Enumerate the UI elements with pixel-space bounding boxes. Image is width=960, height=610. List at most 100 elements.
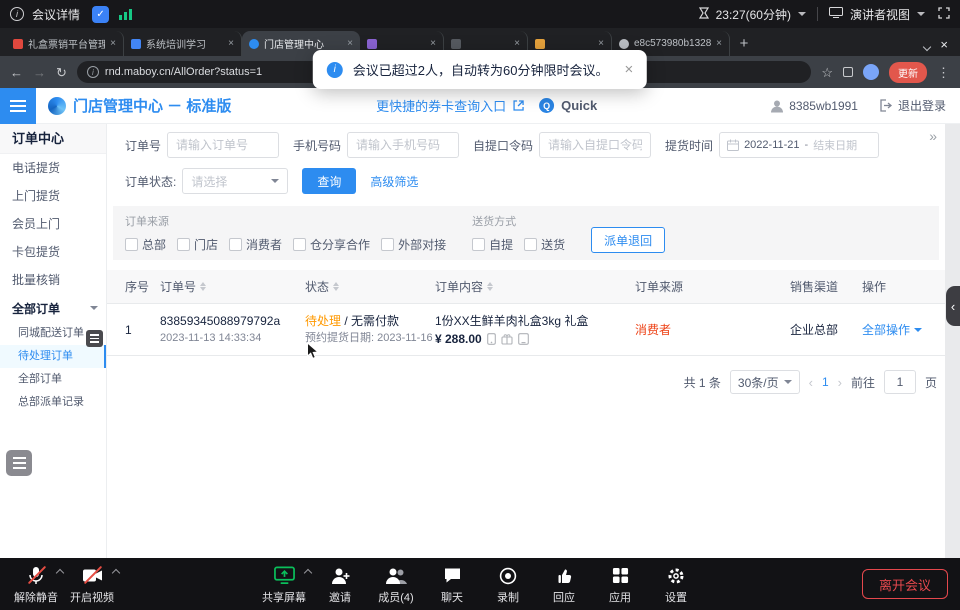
share-options-chevron-icon[interactable] (304, 569, 312, 577)
table-row[interactable]: 1 83859345088979792a 2023-11-13 14:33:34… (107, 304, 945, 356)
sidebar-sub-hq-dispatch-log[interactable]: 总部派单记录 (0, 391, 106, 414)
record-button[interactable]: 录制 (480, 562, 536, 605)
tab-close-icon[interactable]: × (110, 38, 116, 49)
side-panel-handle[interactable]: ‹ (946, 286, 960, 326)
site-info-icon[interactable]: i (87, 66, 99, 78)
invite-button[interactable]: 邀请 (312, 562, 368, 605)
hamburger-menu-icon[interactable] (0, 88, 36, 124)
phone-input[interactable] (347, 132, 459, 158)
leave-meeting-button[interactable]: 离开会议 (862, 569, 948, 599)
chat-button[interactable]: 聊天 (424, 562, 480, 605)
source-filter-panel: 订单来源 总部 门店 消费者 仓分享合作 外部对接 送货方式 自提 送货 (113, 206, 939, 260)
view-mode-label[interactable]: 演讲者视图 (850, 6, 910, 23)
mic-options-chevron-icon[interactable] (56, 569, 64, 577)
view-mode-caret-icon[interactable] (917, 12, 925, 16)
floating-list-icon[interactable] (6, 450, 32, 476)
checkbox-source-hq[interactable]: 总部 (125, 236, 166, 253)
sidebar-item-phone-pickup[interactable]: 电话提货 (0, 154, 106, 182)
apps-button[interactable]: 应用 (592, 562, 648, 605)
browser-profile-icon[interactable] (863, 64, 879, 80)
date-end-placeholder: 结束日期 (813, 137, 857, 153)
prev-page-button[interactable]: ‹ (809, 375, 813, 390)
checkbox-self-pickup[interactable]: 自提 (472, 236, 513, 253)
order-status-select[interactable]: 请选择 (182, 168, 288, 194)
logout-button[interactable]: 退出登录 (880, 97, 946, 114)
gift-mini-icon (501, 333, 513, 345)
sidebar-group-all-orders[interactable]: 全部订单 (0, 294, 106, 322)
sort-icon[interactable] (487, 282, 493, 291)
goto-page-input[interactable] (884, 370, 916, 394)
settings-button[interactable]: 设置 (648, 562, 704, 605)
dispatch-return-button[interactable]: 派单退回 (591, 227, 665, 253)
timer-caret-icon[interactable] (798, 12, 806, 16)
mouse-cursor (306, 342, 320, 360)
user-account[interactable]: 8385wb1991 (770, 99, 858, 113)
browser-tab-2[interactable]: 系统培训学习× (124, 31, 242, 56)
sidebar-item-member-visit[interactable]: 会员上门 (0, 210, 106, 238)
next-page-button[interactable]: › (838, 375, 842, 390)
browser-tab-1[interactable]: 礼盒票销平台管理中心× (6, 31, 124, 56)
tab-close-icon[interactable]: × (228, 38, 234, 49)
bookmark-star-icon[interactable]: ☆ (821, 66, 833, 79)
checkbox-source-warehouse-coop[interactable]: 仓分享合作 (293, 236, 370, 253)
quick-label[interactable]: Quick (561, 98, 597, 113)
app-title: 门店管理中心 － 标准版 (73, 95, 231, 116)
header-status[interactable]: 状态 (305, 278, 435, 295)
checkbox-delivery[interactable]: 送货 (524, 236, 565, 253)
video-button[interactable]: 开启视频 (64, 562, 120, 605)
checkbox-source-external[interactable]: 外部对接 (381, 236, 446, 253)
sidebar-item-door-pickup[interactable]: 上门提货 (0, 182, 106, 210)
extensions-icon[interactable] (843, 67, 853, 77)
meeting-bottom-bar: 解除静音 开启视频 共享屏幕 (0, 558, 960, 610)
reaction-button[interactable]: 回应 (536, 562, 592, 605)
sidebar-item-card-pickup[interactable]: 卡包提货 (0, 238, 106, 266)
advanced-filter-link[interactable]: 高级筛选 (370, 173, 418, 190)
current-page[interactable]: 1 (822, 375, 829, 389)
sidebar-pin-icon[interactable] (86, 330, 103, 347)
back-icon[interactable]: ← (10, 66, 23, 79)
tab-favicon (367, 39, 377, 49)
collapse-arrows-icon[interactable]: » (929, 128, 937, 144)
browser-menu-icon[interactable]: ⋮ (937, 66, 950, 79)
meeting-info-icon[interactable]: i (10, 7, 24, 21)
tab-close-icon[interactable]: × (514, 38, 520, 49)
cell-status: 待处理 / 无需付款 预约提货日期: 2023-11-16 (305, 314, 435, 345)
window-close-icon[interactable]: × (940, 37, 948, 52)
video-options-chevron-icon[interactable] (112, 569, 120, 577)
header-order-no[interactable]: 订单号 (160, 278, 305, 295)
checkbox-source-consumer[interactable]: 消费者 (229, 236, 282, 253)
meeting-details-label[interactable]: 会议详情 (32, 6, 80, 23)
toast-close-icon[interactable]: × (624, 61, 633, 78)
sidebar-sub-pending-orders[interactable]: 待处理订单 (0, 345, 106, 368)
meeting-toast: i 会议已超过2人，自动转为60分钟限时会议。 × (313, 50, 647, 89)
row-action-dropdown[interactable]: 全部操作 (862, 321, 940, 338)
page-size-select[interactable]: 30条/页 (730, 370, 800, 394)
pickup-date-range-picker[interactable]: 2022-11-21 - 结束日期 (719, 132, 879, 158)
order-no-input[interactable] (167, 132, 279, 158)
share-screen-button[interactable]: 共享屏幕 (256, 562, 312, 605)
security-shield-icon[interactable]: ✓ (92, 6, 109, 23)
sort-icon[interactable] (200, 282, 206, 291)
tab-close-icon[interactable]: × (598, 38, 604, 49)
browser-update-button[interactable]: 更新 (889, 62, 927, 83)
new-tab-button[interactable]: + (732, 31, 756, 55)
fullscreen-icon[interactable] (938, 7, 950, 22)
checkbox-source-store[interactable]: 门店 (177, 236, 218, 253)
quick-q-badge[interactable]: Q (539, 98, 554, 113)
sidebar-sub-all-orders[interactable]: 全部订单 (0, 368, 106, 391)
quick-entry-link[interactable]: 更快捷的券卡查询入口 (376, 96, 506, 115)
sort-icon[interactable] (333, 282, 339, 291)
tab-close-icon[interactable]: × (430, 38, 436, 49)
search-button[interactable]: 查询 (302, 168, 356, 194)
mute-button[interactable]: 解除静音 (8, 562, 64, 605)
sidebar-item-batch-verify[interactable]: 批量核销 (0, 266, 106, 294)
pickup-code-input[interactable] (539, 132, 651, 158)
refresh-icon[interactable]: ↻ (56, 66, 67, 79)
tab-close-icon[interactable]: × (716, 38, 722, 49)
tab-close-icon[interactable]: × (347, 38, 353, 49)
members-button[interactable]: 成员(4) (368, 562, 424, 605)
forward-icon[interactable]: → (33, 66, 46, 79)
order-status-label: 订单状态: (125, 173, 176, 190)
header-content[interactable]: 订单内容 (435, 278, 635, 295)
tab-search-caret-icon[interactable] (923, 43, 931, 51)
